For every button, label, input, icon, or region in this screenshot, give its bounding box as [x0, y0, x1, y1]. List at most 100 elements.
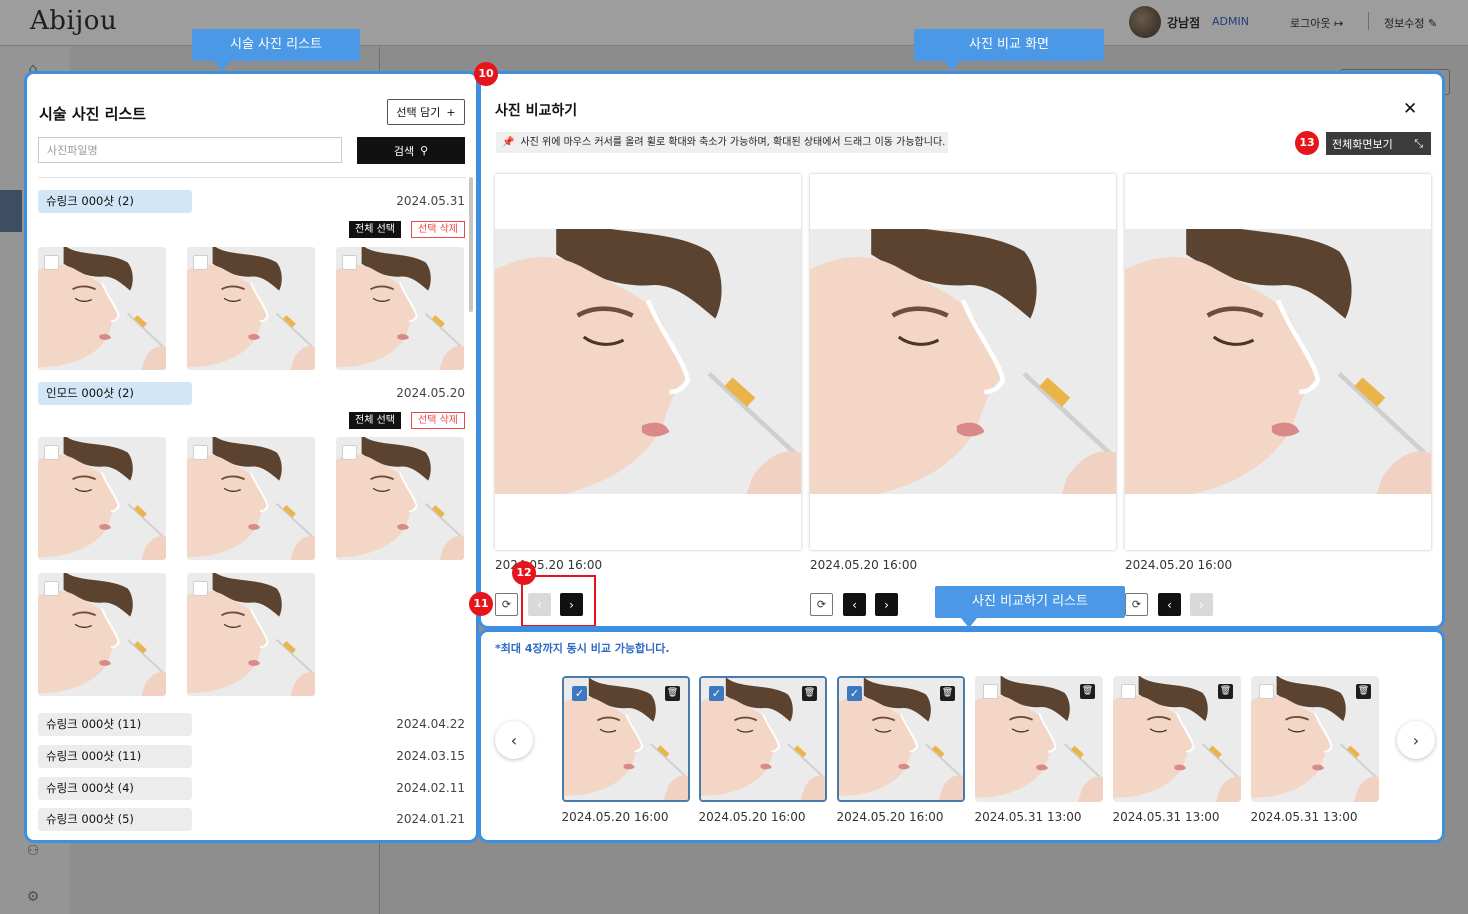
- photo-checkbox[interactable]: [44, 255, 59, 270]
- callout-compare-list: 사진 비교하기 리스트: [935, 586, 1125, 628]
- photo-list-title: 시술 사진 리스트: [39, 105, 147, 123]
- chevron-right-icon[interactable]: ›: [1397, 721, 1435, 759]
- compare-list-item[interactable]: 🗑: [1251, 676, 1379, 802]
- photo-image: [495, 229, 801, 494]
- usage-notice: 📌 사진 위에 마우스 커서를 올려 휠로 확대와 축소가 가능하며, 확대된 상…: [496, 132, 948, 153]
- users-icon[interactable]: ⚇: [24, 843, 42, 861]
- fullscreen-button[interactable]: 전체화면보기 ⤡: [1326, 132, 1431, 155]
- reset-icon[interactable]: ⟳: [495, 593, 518, 616]
- select-all-button[interactable]: 전체 선택: [349, 412, 401, 429]
- profile-edit-link[interactable]: 정보수정 ✎: [1384, 15, 1437, 31]
- usage-notice-text: 사진 위에 마우스 커서를 올려 휠로 확대와 축소가 가능하며, 확대된 상태…: [520, 137, 946, 148]
- trash-icon[interactable]: 🗑: [665, 686, 680, 701]
- add-selected-button[interactable]: 선택 담기 +: [387, 99, 465, 125]
- group-tag[interactable]: 인모드 000샷 (2): [38, 382, 192, 405]
- user-branch-name: 강남점: [1167, 16, 1201, 30]
- compare-item-date: 2024.05.20 16:00: [698, 810, 806, 824]
- reset-icon[interactable]: ⟳: [810, 593, 833, 616]
- header-divider: [1368, 12, 1369, 30]
- trash-icon[interactable]: 🗑: [1218, 684, 1233, 699]
- photo-thumbnail[interactable]: [336, 247, 464, 370]
- reset-icon[interactable]: ⟳: [1125, 593, 1148, 616]
- search-icon: ⚲: [420, 144, 429, 157]
- app-logo[interactable]: Abijou: [30, 6, 117, 36]
- photo-checkbox[interactable]: [342, 255, 357, 270]
- compare-image[interactable]: [810, 229, 1116, 494]
- delete-selected-button[interactable]: 선택 삭제: [411, 221, 465, 238]
- compare-image[interactable]: [495, 229, 801, 494]
- callout-photo-list: 시술 사진 리스트: [192, 29, 360, 71]
- list-scrollbar[interactable]: [469, 177, 473, 312]
- group-tag[interactable]: 슈링크 000샷 (4): [38, 777, 192, 800]
- check-icon[interactable]: ✓: [709, 686, 724, 701]
- marker-13: 13: [1295, 131, 1319, 155]
- group-date: 2024.05.20: [396, 386, 465, 400]
- user-role-badge: ADMIN: [1212, 15, 1249, 28]
- chevron-left-icon[interactable]: ‹: [843, 593, 866, 616]
- close-icon[interactable]: ✕: [1403, 99, 1417, 119]
- compare-list-item[interactable]: ✓ 🗑: [699, 676, 827, 802]
- rail-active-indicator: [0, 190, 22, 232]
- photo-checkbox[interactable]: [44, 445, 59, 460]
- photo-checkbox[interactable]: [193, 255, 208, 270]
- compare-list-item[interactable]: ✓ 🗑: [562, 676, 690, 802]
- marker-11: 11: [469, 592, 493, 616]
- compare-image[interactable]: [1125, 229, 1431, 494]
- group-tag[interactable]: 슈링크 000샷 (11): [38, 745, 192, 768]
- photo-thumbnail[interactable]: [187, 573, 315, 696]
- chevron-right-icon[interactable]: ›: [875, 593, 898, 616]
- compare-checkbox[interactable]: [1259, 684, 1274, 699]
- compare-checkbox[interactable]: [1121, 684, 1136, 699]
- compare-list-item[interactable]: 🗑: [1113, 676, 1241, 802]
- compare-limit-note: *최대 4장까지 동시 비교 가능합니다.: [495, 642, 670, 655]
- compare-viewer[interactable]: [495, 174, 801, 550]
- compare-title: 사진 비교하기: [495, 103, 578, 119]
- photo-thumbnail[interactable]: [187, 437, 315, 560]
- photo-list-panel: 시술 사진 리스트 선택 담기 + 검색 ⚲ 슈링크 000샷 (2) 2024…: [24, 71, 479, 843]
- compare-viewer[interactable]: [810, 174, 1116, 550]
- logout-link[interactable]: 로그아웃 ↦: [1290, 15, 1343, 31]
- highlight-frame: [521, 575, 596, 626]
- photo-image: [810, 229, 1116, 494]
- compare-list-item[interactable]: ✓ 🗑: [837, 676, 965, 802]
- search-button[interactable]: 검색 ⚲: [357, 137, 465, 164]
- pin-icon: 📌: [502, 137, 515, 148]
- marker-12: 12: [512, 561, 536, 585]
- trash-icon[interactable]: 🗑: [1080, 684, 1095, 699]
- photo-thumbnail[interactable]: [38, 247, 166, 370]
- group-date: 2024.01.21: [396, 812, 465, 826]
- photo-image: [1125, 229, 1431, 494]
- photo-thumbnail[interactable]: [336, 437, 464, 560]
- compare-item-date: 2024.05.20 16:00: [561, 810, 669, 824]
- select-all-button[interactable]: 전체 선택: [349, 221, 401, 238]
- check-icon[interactable]: ✓: [572, 686, 587, 701]
- photo-thumbnail[interactable]: [38, 437, 166, 560]
- photo-checkbox[interactable]: [44, 581, 59, 596]
- photo-checkbox[interactable]: [342, 445, 357, 460]
- chevron-right-icon[interactable]: ›: [1190, 593, 1213, 616]
- group-tag[interactable]: 슈링크 000샷 (11): [38, 713, 192, 736]
- chevron-left-icon[interactable]: ‹: [1158, 593, 1181, 616]
- group-tag[interactable]: 슈링크 000샷 (2): [38, 190, 192, 213]
- compare-checkbox[interactable]: [983, 684, 998, 699]
- group-tag[interactable]: 슈링크 000샷 (5): [38, 808, 192, 831]
- compare-viewer[interactable]: [1125, 174, 1431, 550]
- photo-thumbnail[interactable]: [38, 573, 166, 696]
- trash-icon[interactable]: 🗑: [940, 686, 955, 701]
- photo-checkbox[interactable]: [193, 581, 208, 596]
- photo-checkbox[interactable]: [193, 445, 208, 460]
- compare-list-panel: *최대 4장까지 동시 비교 가능합니다. ‹ › ✓ 🗑 ✓ 🗑 ✓ 🗑 🗑 🗑 🗑…: [478, 629, 1445, 843]
- compare-list-item[interactable]: 🗑: [975, 676, 1103, 802]
- trash-icon[interactable]: 🗑: [802, 686, 817, 701]
- compare-panel: 사진 비교하기 ✕ 📌 사진 위에 마우스 커서를 올려 휠로 확대와 축소가 가…: [478, 71, 1445, 629]
- compare-item-date: 2024.05.31 13:00: [974, 810, 1082, 824]
- check-icon[interactable]: ✓: [847, 686, 862, 701]
- trash-icon[interactable]: 🗑: [1356, 684, 1371, 699]
- chevron-left-icon[interactable]: ‹: [495, 721, 533, 759]
- photo-search-input[interactable]: [38, 137, 342, 163]
- photo-thumbnail[interactable]: [187, 247, 315, 370]
- delete-selected-button[interactable]: 선택 삭제: [411, 412, 465, 429]
- group-date: 2024.04.22: [396, 717, 465, 731]
- compare-item-date: 2024.05.31 13:00: [1250, 810, 1358, 824]
- settings-icon[interactable]: ⚙: [24, 889, 42, 907]
